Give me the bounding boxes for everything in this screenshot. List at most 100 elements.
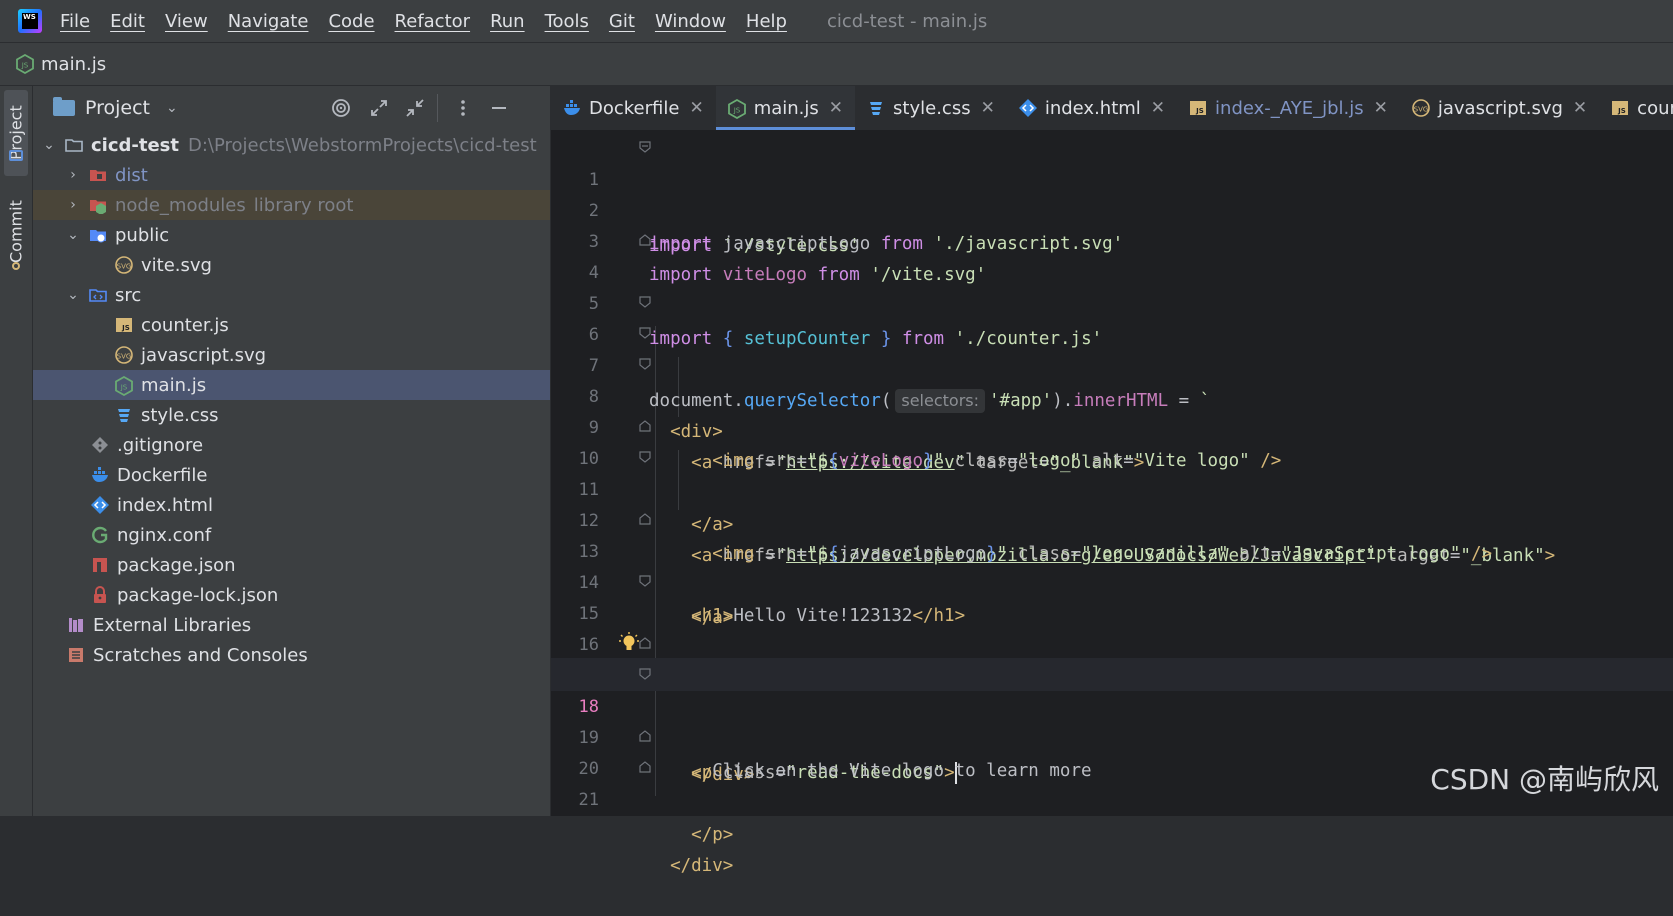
tab-javascript-svg[interactable]: SVG javascript.svg ✕ (1400, 86, 1599, 130)
chevron-right-icon[interactable]: › (65, 197, 81, 213)
chevron-down-icon[interactable]: ⌄ (65, 287, 81, 303)
tree-item-label: Scratches and Consoles (93, 644, 308, 666)
tree-item-vite-svg[interactable]: SVG vite.svg (33, 250, 550, 280)
code-line: 1 import './style.css' (551, 131, 1673, 256)
tab-counter-js[interactable]: JS count (1599, 86, 1673, 130)
tab-label: count (1637, 97, 1673, 119)
minimize-icon[interactable] (489, 98, 509, 121)
tab-index-html[interactable]: index.html ✕ (1007, 86, 1177, 130)
tree-item-external-libraries[interactable]: External Libraries (33, 610, 550, 640)
project-tree: ⌄ cicd-test D:\Projects\WebstormProjects… (33, 130, 550, 670)
tree-item-main-js[interactable]: JS main.js (33, 370, 550, 400)
fold-icon[interactable] (638, 760, 652, 774)
close-icon[interactable]: ✕ (1573, 98, 1587, 118)
chevron-down-icon[interactable]: ⌄ (41, 137, 57, 153)
locate-target-icon[interactable] (331, 98, 351, 121)
tree-item-package-json[interactable]: package.json (33, 550, 550, 580)
fold-icon[interactable] (638, 357, 652, 371)
tab-index-aye-jbl-js[interactable]: JS index-_AYE_jbl.js ✕ (1177, 86, 1400, 130)
tree-item-label: dist (115, 164, 148, 186)
menu-run[interactable]: Run (490, 11, 525, 32)
tree-item-label: External Libraries (93, 614, 252, 636)
svg-file-icon: SVG (115, 256, 133, 274)
code-line: 20 </p> (551, 720, 1673, 845)
tree-item-gitignore[interactable]: .gitignore (33, 430, 550, 460)
close-icon[interactable]: ✕ (1151, 98, 1165, 118)
close-icon[interactable]: ✕ (1374, 98, 1388, 118)
fold-icon[interactable] (638, 295, 652, 309)
fold-icon[interactable] (638, 574, 652, 588)
fold-icon[interactable] (638, 636, 652, 650)
close-icon[interactable]: ✕ (689, 98, 703, 118)
menu-window[interactable]: Window (655, 11, 726, 32)
tab-label: style.css (893, 97, 971, 119)
chevron-down-icon[interactable]: ⌄ (166, 100, 178, 116)
breadcrumb-file[interactable]: main.js (41, 54, 106, 75)
tree-item-javascript-svg[interactable]: SVG javascript.svg (33, 340, 550, 370)
menu-bar: WS File Edit View Navigate Code Refactor… (0, 0, 1673, 43)
menu-edit[interactable]: Edit (110, 11, 145, 32)
chevron-right-icon[interactable]: › (65, 167, 81, 183)
header-divider (437, 94, 438, 122)
svg-text:JS: JS (1617, 107, 1626, 115)
chevron-down-icon[interactable]: ⌄ (65, 227, 81, 243)
close-icon[interactable]: ✕ (981, 98, 995, 118)
menu-refactor[interactable]: Refactor (395, 11, 471, 32)
menu-file[interactable]: File (60, 11, 90, 32)
menu-navigate[interactable]: Navigate (228, 11, 309, 32)
tab-dockerfile[interactable]: Dockerfile ✕ (551, 86, 716, 130)
menu-tools[interactable]: Tools (545, 11, 589, 32)
menu-git[interactable]: Git (609, 11, 635, 32)
code-line: 19 Click on the Vite logo to learn more (551, 689, 1673, 781)
fold-icon[interactable] (638, 450, 652, 464)
fold-icon[interactable] (638, 419, 652, 433)
fold-icon[interactable] (638, 667, 652, 681)
tab-main-js[interactable]: JS main.js ✕ (715, 86, 856, 130)
code-line: 7 <div> (551, 317, 1673, 442)
breadcrumb[interactable]: JS main.js (16, 54, 106, 75)
tab-style-css[interactable]: style.css ✕ (855, 86, 1007, 130)
more-options-icon[interactable] (453, 98, 473, 121)
code-line: 6 document.querySelector(selectors: '#app… (551, 286, 1673, 413)
tree-item-nginx-conf[interactable]: nginx.conf (33, 520, 550, 550)
fold-icon[interactable] (638, 233, 652, 247)
tree-item-public[interactable]: ⌄ public (33, 220, 550, 250)
project-tool-tab[interactable]: Project (4, 90, 28, 176)
collapse-all-icon[interactable] (405, 98, 425, 121)
svg-text:JS: JS (1195, 107, 1204, 115)
fold-icon[interactable] (638, 326, 652, 340)
menu-view[interactable]: View (165, 11, 208, 32)
tree-item-cicd-test[interactable]: ⌄ cicd-test D:\Projects\WebstormProjects… (33, 130, 550, 160)
webstorm-logo-icon: WS (18, 9, 42, 33)
fold-icon[interactable] (638, 140, 652, 154)
code-line: 15 <div class="card"> (551, 565, 1673, 690)
commit-tool-tab[interactable]: Commit (4, 194, 28, 270)
watermark: CSDN @南屿欣风 (1430, 763, 1659, 796)
tree-item-label: public (115, 224, 170, 246)
tree-item-counter-js[interactable]: JS counter.js (33, 310, 550, 340)
tree-item-package-lock-json[interactable]: package-lock.json (33, 580, 550, 610)
tree-item-scratches[interactable]: Scratches and Consoles (33, 640, 550, 670)
expand-all-icon[interactable] (369, 98, 389, 121)
library-root-hint: library root (253, 194, 354, 216)
menu-code[interactable]: Code (328, 11, 374, 32)
close-icon[interactable]: ✕ (829, 98, 843, 118)
tree-item-dist[interactable]: › dist (33, 160, 550, 190)
menu-help[interactable]: Help (746, 11, 787, 32)
tree-item-label: src (115, 284, 142, 306)
fold-icon[interactable] (638, 729, 652, 743)
tree-item-label: counter.js (141, 314, 229, 336)
tab-label: index.html (1044, 97, 1141, 119)
project-view-selector[interactable]: Project (85, 97, 150, 119)
tree-item-dockerfile[interactable]: Dockerfile (33, 460, 550, 490)
code-text: </p> (691, 825, 734, 845)
lightbulb-icon[interactable] (619, 632, 639, 654)
fold-icon[interactable] (638, 512, 652, 526)
tab-label: index-_AYE_jbl.js (1215, 97, 1364, 119)
tree-item-style-css[interactable]: style.css (33, 400, 550, 430)
tree-item-index-html[interactable]: index.html (33, 490, 550, 520)
tree-item-src[interactable]: ⌄ src (33, 280, 550, 310)
tree-item-node-modules[interactable]: › node_modules library root (33, 190, 550, 220)
tab-label: Dockerfile (589, 97, 680, 119)
code-editor[interactable]: 1 import './style.css' 2 import javascri… (551, 131, 1673, 876)
